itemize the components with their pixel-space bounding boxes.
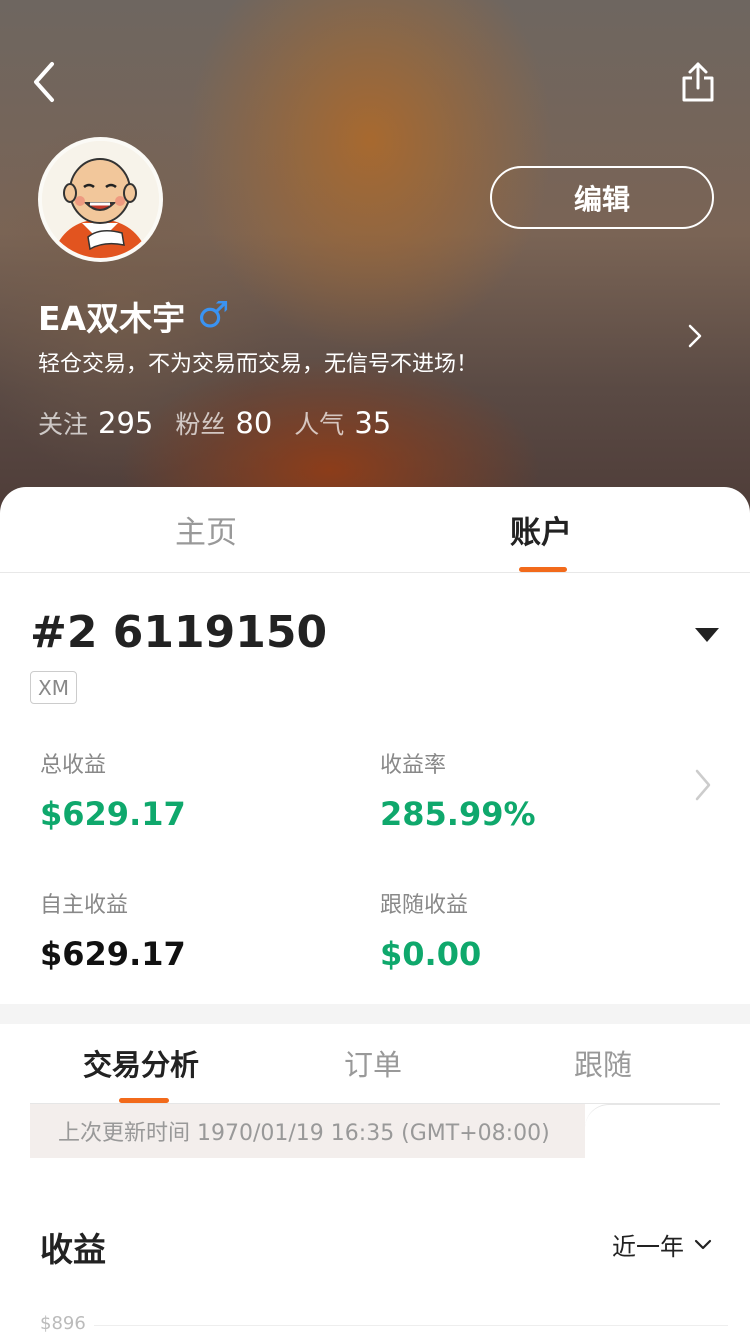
username-row: EA双木宇 ♂ [38, 292, 229, 340]
profile-detail-arrow[interactable] [680, 318, 710, 354]
profile-stats: 关注 295 粉丝 80 人气 35 [38, 405, 413, 441]
content-sheet: 主页 账户 #2 6119150 XM 总收益 $629.17 收益率 285.… [0, 487, 750, 1334]
profile-bio: 轻仓交易，不为交易而交易，无信号不进场！ [38, 352, 479, 377]
total-profit-label: 总收益 [40, 753, 107, 778]
period-label: 近一年 [612, 1233, 684, 1261]
period-selector[interactable]: 近一年 [612, 1227, 712, 1262]
chevron-right-icon [688, 324, 702, 348]
avatar[interactable] [38, 137, 163, 262]
popularity-count: 35 [354, 406, 392, 440]
account-dropdown-button[interactable] [694, 627, 720, 643]
own-profit-value: $629.17 [40, 935, 186, 973]
caret-down-icon [695, 628, 719, 642]
return-rate-label: 收益率 [380, 753, 447, 778]
top-tab-bar: 主页 账户 [0, 487, 750, 573]
last-update-bar: 上次更新时间 1970/01/19 16:35 (GMT+08:00) [30, 1104, 585, 1158]
metrics-detail-arrow[interactable] [692, 767, 714, 803]
section-divider [0, 1004, 750, 1024]
chart-gridline [94, 1325, 728, 1326]
username: EA双木宇 [38, 299, 186, 338]
avatar-illustration [42, 141, 159, 258]
following-count[interactable]: 295 [98, 406, 153, 440]
tab-orders[interactable]: 订单 [344, 1042, 402, 1084]
male-gender-icon: ♂ [197, 295, 230, 336]
own-profit-label: 自主收益 [40, 893, 129, 918]
followers-count[interactable]: 80 [235, 406, 272, 440]
tab-home[interactable]: 主页 [175, 507, 237, 552]
profit-section-title: 收益 [40, 1230, 106, 1269]
return-rate-value: 285.99% [380, 795, 536, 833]
broker-badge: XM [30, 671, 77, 704]
active-subtab-indicator [119, 1098, 169, 1103]
chevron-right-icon [695, 769, 711, 801]
tab-trade-analysis[interactable]: 交易分析 [83, 1042, 199, 1084]
back-button[interactable] [22, 58, 66, 106]
follow-profit-label: 跟随收益 [380, 893, 469, 918]
following-label[interactable]: 关注 [38, 405, 88, 441]
chart-y-max-label: $896 [40, 1313, 86, 1334]
account-number: #2 6119150 [30, 607, 328, 658]
share-icon [682, 62, 714, 102]
chevron-left-icon [34, 62, 54, 102]
tab-account[interactable]: 账户 [510, 507, 572, 552]
follow-profit-value: $0.00 [380, 935, 482, 973]
active-tab-indicator [519, 567, 567, 572]
share-button[interactable] [674, 58, 722, 106]
last-update-text: 上次更新时间 1970/01/19 16:35 (GMT+08:00) [58, 1121, 550, 1146]
chevron-down-icon [694, 1239, 712, 1249]
total-profit-value: $629.17 [40, 795, 186, 833]
tab-follow[interactable]: 跟随 [574, 1042, 632, 1084]
update-bar-corner [585, 1104, 720, 1158]
analysis-tab-bar: 交易分析 订单 跟随 [30, 1024, 720, 1104]
followers-label[interactable]: 粉丝 [175, 405, 225, 441]
popularity-label: 人气 [294, 410, 345, 439]
profile-header: 编辑 EA双木宇 ♂ 轻仓交易，不为交易而交易，无信号不进场！ 关注 295 粉… [0, 0, 750, 520]
edit-profile-button[interactable]: 编辑 [490, 166, 714, 229]
